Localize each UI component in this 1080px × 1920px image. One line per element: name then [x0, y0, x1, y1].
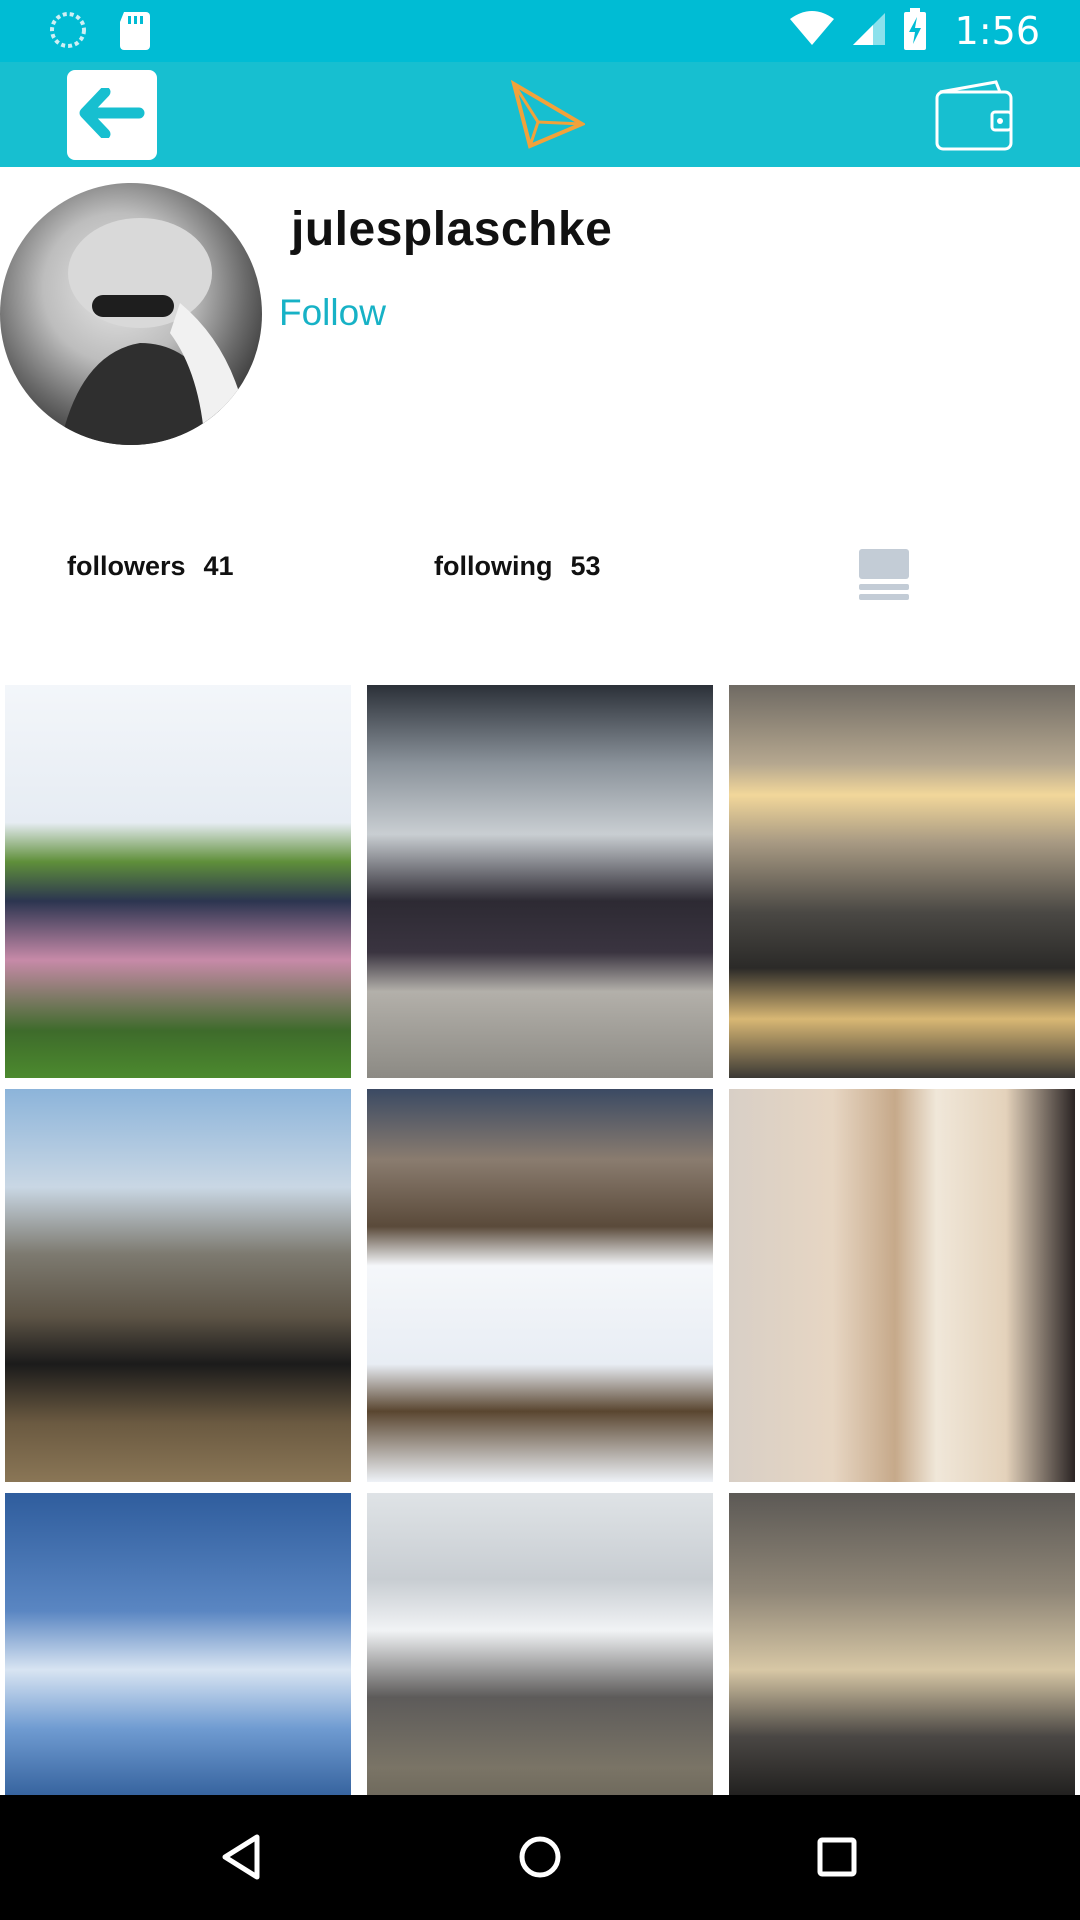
followers-stat[interactable]: followers 41: [67, 551, 234, 582]
followers-label: followers: [67, 551, 186, 581]
photo-tile[interactable]: [367, 685, 713, 1078]
sd-card-icon: [118, 10, 152, 55]
follow-button[interactable]: Follow: [279, 292, 386, 334]
photo-grid: [5, 685, 1075, 1795]
photo-tile[interactable]: [367, 1089, 713, 1482]
avatar[interactable]: [0, 183, 262, 445]
nav-home-icon: [510, 1836, 570, 1891]
photo-tile[interactable]: [5, 685, 351, 1078]
back-button[interactable]: [67, 70, 157, 160]
view-toggle-button[interactable]: [856, 546, 912, 602]
photo-tile[interactable]: [729, 1493, 1075, 1795]
grid-view-icon: [856, 549, 912, 606]
following-stat[interactable]: following 53: [434, 551, 601, 582]
signal-icon: [851, 11, 887, 52]
wallet-button[interactable]: [934, 80, 1014, 152]
nav-recents-icon: [807, 1837, 867, 1891]
sync-icon: [48, 10, 88, 55]
nav-back-icon: [213, 1834, 273, 1891]
following-label: following: [434, 551, 553, 581]
followers-count: 41: [203, 551, 234, 581]
status-bar: 1:56: [0, 0, 1080, 62]
navigation-bar: [0, 1795, 1080, 1920]
paper-plane-logo: [510, 79, 587, 150]
username: julesplaschke: [291, 203, 613, 256]
wifi-icon: [789, 10, 835, 52]
photo-tile[interactable]: [367, 1493, 713, 1795]
photo-tile[interactable]: [5, 1493, 351, 1795]
arrow-left-icon: [79, 86, 145, 143]
status-time: 1:56: [954, 9, 1040, 53]
photo-tile[interactable]: [5, 1089, 351, 1482]
nav-recents-button[interactable]: [807, 1827, 867, 1887]
nav-back-button[interactable]: [213, 1827, 273, 1887]
nav-home-button[interactable]: [510, 1827, 570, 1887]
wallet-icon: [934, 80, 1014, 156]
battery-charging-icon: [903, 7, 927, 55]
photo-tile[interactable]: [729, 1089, 1075, 1482]
app-bar: [0, 62, 1080, 167]
following-count: 53: [570, 551, 601, 581]
photo-tile[interactable]: [729, 685, 1075, 1078]
